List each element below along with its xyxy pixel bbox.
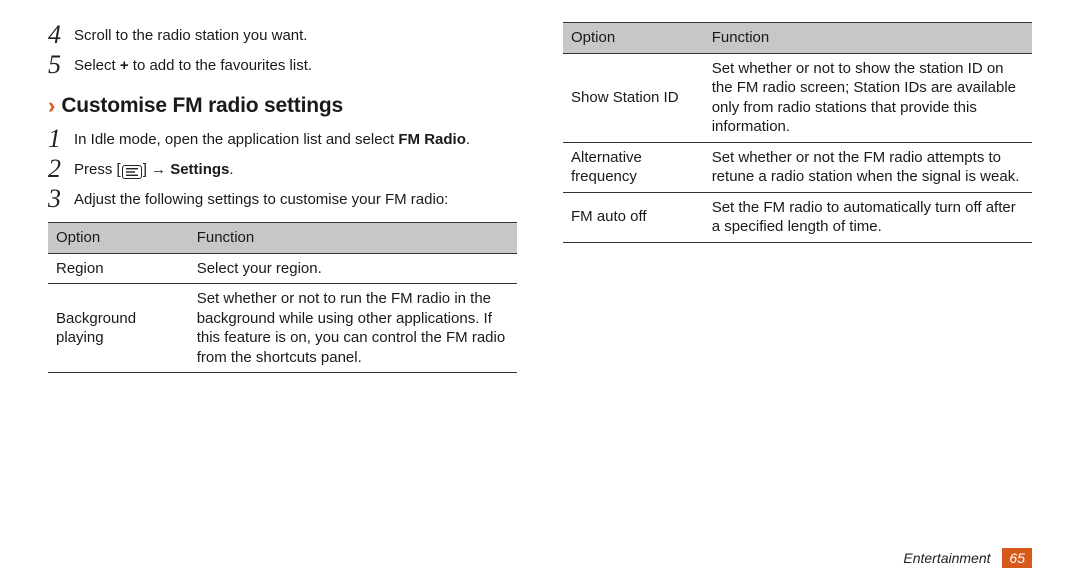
section-title: Customise FM radio settings xyxy=(61,94,343,118)
text-bold: FM Radio xyxy=(398,131,466,148)
step-2: 2 Press [ ] → Settings. xyxy=(48,156,517,182)
step-number: 1 xyxy=(48,126,74,152)
settings-table-left: Option Function Region Select your regio… xyxy=(48,222,517,373)
cell-option: FM auto off xyxy=(563,192,704,242)
text-before: In Idle mode, open the application list … xyxy=(74,131,398,148)
table-row: FM auto off Set the FM radio to automati… xyxy=(563,192,1032,242)
step-4: 4 Scroll to the radio station you want. xyxy=(48,22,517,48)
step-text: In Idle mode, open the application list … xyxy=(74,126,470,150)
step-number: 2 xyxy=(48,156,74,182)
cell-function: Set whether or not to show the station I… xyxy=(704,53,1032,142)
col-option: Option xyxy=(48,223,189,254)
step-text: Adjust the following settings to customi… xyxy=(74,186,448,210)
settings-table-right: Option Function Show Station ID Set whet… xyxy=(563,22,1032,243)
left-column: 4 Scroll to the radio station you want. … xyxy=(48,22,517,373)
step-1: 1 In Idle mode, open the application lis… xyxy=(48,126,517,152)
cell-option: Show Station ID xyxy=(563,53,704,142)
table-row: Background playing Set whether or not to… xyxy=(48,284,517,373)
plus-symbol: + xyxy=(120,57,129,74)
step-text: Scroll to the radio station you want. xyxy=(74,22,307,46)
text-mid: ] → xyxy=(143,161,171,178)
cell-function: Set whether or not the FM radio attempts… xyxy=(704,142,1032,192)
text-prefix: Select xyxy=(74,57,120,74)
section-steps-list: 1 In Idle mode, open the application lis… xyxy=(48,126,517,212)
step-number: 3 xyxy=(48,186,74,212)
col-option: Option xyxy=(563,23,704,54)
cell-option: Alternative frequency xyxy=(563,142,704,192)
page-footer: Entertainment 65 xyxy=(903,548,1032,568)
page-number: 65 xyxy=(1002,548,1032,568)
table-header-row: Option Function xyxy=(563,23,1032,54)
col-function: Function xyxy=(189,223,517,254)
cell-option: Background playing xyxy=(48,284,189,373)
step-number: 4 xyxy=(48,22,74,48)
cell-function: Select your region. xyxy=(189,253,517,284)
text-after: . xyxy=(229,161,233,178)
footer-section: Entertainment xyxy=(903,550,990,566)
text-after: . xyxy=(466,131,470,148)
chevron-icon: › xyxy=(48,95,55,117)
step-3: 3 Adjust the following settings to custo… xyxy=(48,186,517,212)
cell-function: Set whether or not to run the FM radio i… xyxy=(189,284,517,373)
section-heading: › Customise FM radio settings xyxy=(48,94,517,118)
table-row: Alternative frequency Set whether or not… xyxy=(563,142,1032,192)
step-text: Select + to add to the favourites list. xyxy=(74,52,312,76)
step-5: 5 Select + to add to the favourites list… xyxy=(48,52,517,78)
step-text: Press [ ] → Settings. xyxy=(74,156,234,180)
cell-function: Set the FM radio to automatically turn o… xyxy=(704,192,1032,242)
table-row: Region Select your region. xyxy=(48,253,517,284)
text-bold: Settings xyxy=(170,161,229,178)
right-column: Option Function Show Station ID Set whet… xyxy=(563,22,1032,373)
table-header-row: Option Function xyxy=(48,223,517,254)
col-function: Function xyxy=(704,23,1032,54)
step-number: 5 xyxy=(48,52,74,78)
cell-option: Region xyxy=(48,253,189,284)
table-row: Show Station ID Set whether or not to sh… xyxy=(563,53,1032,142)
prev-steps-list: 4 Scroll to the radio station you want. … xyxy=(48,22,517,78)
text-suffix: to add to the favourites list. xyxy=(129,57,312,74)
menu-icon xyxy=(122,165,142,179)
text-before: Press [ xyxy=(74,161,121,178)
